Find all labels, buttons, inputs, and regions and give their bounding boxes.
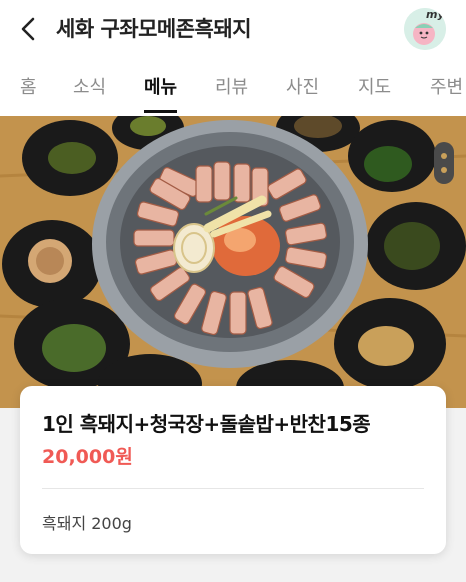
side-dish [22,120,118,196]
side-dish [348,120,436,192]
tab-menu[interactable]: 메뉴 [144,74,178,113]
app-header: 세화 구좌모메존흑돼지 my [0,0,466,60]
side-dish [334,298,446,390]
my-label: my [426,8,445,21]
menu-item-card[interactable]: 1인 흑돼지+청국장+돌솥밥+반찬15종 20,000원 흑돼지 200g [20,386,446,554]
side-dish [2,220,102,308]
tab-photos[interactable]: 사진 [286,74,319,102]
tab-map[interactable]: 지도 [358,74,391,102]
page-title: 세화 구좌모메존흑돼지 [56,17,252,41]
my-profile-button[interactable]: my [404,8,446,50]
tab-home[interactable]: 홈 [20,74,37,102]
menu-item-name: 1인 흑돼지+청국장+돌솥밥+반찬15종 [42,412,371,436]
side-dish [366,202,466,290]
card-divider [42,488,424,489]
tab-bar: 홈 소식 메뉴 리뷰 사진 지도 주변 [0,60,466,116]
tab-news[interactable]: 소식 [73,74,106,102]
menu-item-description: 흑돼지 200g [42,514,132,533]
tab-nearby[interactable]: 주변 [430,74,463,102]
back-arrow-icon[interactable] [14,14,44,44]
tab-reviews[interactable]: 리뷰 [215,74,248,102]
menu-photo [0,116,466,408]
menu-item-price: 20,000원 [42,446,133,468]
